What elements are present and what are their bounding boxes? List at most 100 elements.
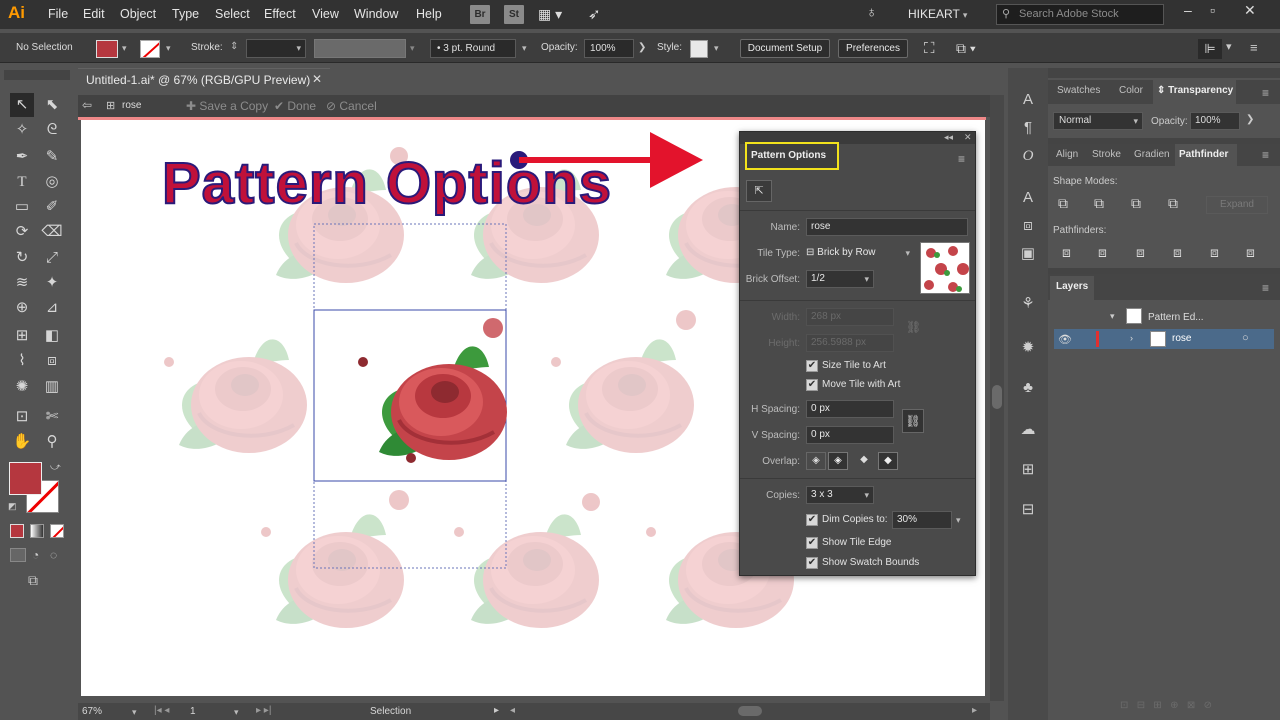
none-mode-icon[interactable]	[50, 524, 64, 538]
exclude-icon[interactable]: ⧉	[1168, 195, 1178, 212]
back-arrow-icon[interactable]: ⇦	[82, 98, 92, 112]
tab-pathfinder[interactable]: Pathfinder	[1175, 144, 1237, 166]
transform-icon[interactable]: ⊞	[1016, 458, 1040, 482]
column-graph-tool-icon[interactable]: ▥	[40, 375, 64, 399]
panel-menu-icon[interactable]: ≡	[1262, 281, 1269, 295]
links-icon[interactable]: ▣	[1016, 242, 1040, 266]
minus-back-icon[interactable]: ⧈	[1246, 244, 1255, 261]
show-swatch-bounds-checkbox[interactable]: ✔	[806, 557, 818, 569]
chevron-down-icon[interactable]: ▾	[1110, 311, 1115, 322]
eye-icon[interactable]: 👁	[1058, 333, 1072, 346]
tab-transparency[interactable]: ⇕ Transparency	[1153, 80, 1236, 104]
tab-gradient[interactable]: Gradien	[1134, 144, 1170, 166]
chevron-down-icon[interactable]: ▾	[714, 43, 719, 54]
panel-opacity-field[interactable]: 100%	[1190, 112, 1240, 130]
merge-icon[interactable]: ⧈	[1136, 244, 1145, 261]
show-tile-edge-checkbox[interactable]: ✔	[806, 537, 818, 549]
panel-menu-icon[interactable]: ≡	[1262, 148, 1269, 162]
opentype-icon[interactable]: O	[1016, 144, 1040, 168]
last-artboard-icon[interactable]: ▸ ▸|	[256, 705, 271, 716]
stroke-swatch[interactable]	[140, 40, 160, 58]
color-mode-icon[interactable]	[10, 524, 24, 538]
right-in-front-icon[interactable]: ◈	[828, 452, 848, 470]
rotate-tool-icon[interactable]: ↻	[10, 246, 34, 270]
chevron-down-icon[interactable]: ▾	[522, 43, 527, 54]
draw-inside-icon[interactable]: ◌	[50, 548, 57, 562]
draw-normal-icon[interactable]	[10, 548, 26, 562]
close-tab-icon[interactable]: ✕	[312, 72, 322, 86]
magic-wand-tool-icon[interactable]: ✧	[10, 118, 34, 142]
scale-tool-icon[interactable]: ⤢	[40, 246, 64, 270]
layer-row-pattern-editor[interactable]: ▾ Pattern Ed...	[1054, 306, 1276, 328]
asset-export-icon[interactable]: ⊟	[1016, 498, 1040, 522]
chevron-right-icon[interactable]: ▸	[494, 705, 499, 716]
chevron-right-icon[interactable]: ›	[1130, 333, 1133, 343]
brick-offset-select[interactable]: 1/2 ▾	[806, 270, 874, 288]
scroll-thumb[interactable]	[992, 385, 1002, 409]
tab-layers[interactable]: Layers	[1050, 276, 1094, 300]
document-setup-button[interactable]: Document Setup	[740, 39, 830, 58]
chevron-right-icon[interactable]: ▸	[972, 705, 977, 716]
search-stock-input[interactable]: Search Adobe Stock	[996, 4, 1164, 25]
lightbulb-icon[interactable]: ♁	[866, 4, 877, 21]
paintbrush-tool-icon[interactable]: ✐	[40, 195, 64, 219]
menu-window[interactable]: Window	[354, 7, 398, 21]
variable-width-profile[interactable]	[314, 39, 406, 58]
character-icon[interactable]: A	[1016, 88, 1040, 112]
perspective-grid-tool-icon[interactable]: ⊿	[40, 296, 64, 320]
link-spacing-icon[interactable]: ⛓	[902, 409, 924, 433]
tile-type-select[interactable]: ⊟ Brick by Row ▾	[806, 244, 912, 262]
vertical-scrollbar[interactable]	[990, 95, 1004, 701]
chevron-down-icon[interactable]: ▾	[410, 43, 415, 54]
slice-tool-icon[interactable]: ✄	[40, 405, 64, 429]
fill-swatch[interactable]	[96, 40, 118, 58]
v-spacing-field[interactable]: 0 px	[806, 426, 894, 444]
bridge-button[interactable]: Br	[470, 5, 490, 24]
h-spacing-field[interactable]: 0 px	[806, 400, 894, 418]
menu-view[interactable]: View	[312, 7, 339, 21]
align-panel-icon[interactable]: ⊫	[1198, 39, 1222, 59]
menu-object[interactable]: Object	[120, 7, 156, 21]
cc-libraries-icon[interactable]: ☁	[1016, 418, 1040, 442]
layer-row-rose[interactable]: 👁 › rose ○	[1054, 329, 1274, 349]
tab-align[interactable]: Align	[1056, 144, 1078, 166]
fill-color-swatch[interactable]	[9, 462, 42, 495]
chevron-left-icon[interactable]: ◂	[510, 705, 515, 716]
chevron-down-icon[interactable]: ▾	[1226, 40, 1232, 53]
chevron-down-icon[interactable]: ▾	[956, 515, 961, 526]
intersect-icon[interactable]: ⧉	[1131, 195, 1141, 212]
shape-builder-tool-icon[interactable]: ⊕	[10, 296, 34, 320]
blend-tool-icon[interactable]: ⧈	[40, 349, 64, 373]
eyedropper-tool-icon[interactable]: ⌇	[10, 349, 34, 373]
type-tool-icon[interactable]: T	[10, 170, 34, 194]
minus-front-icon[interactable]: ⧉	[1094, 195, 1104, 212]
appearance-icon[interactable]: ✹	[1016, 336, 1040, 360]
close-window-icon[interactable]: ✕	[1244, 2, 1256, 19]
menu-effect[interactable]: Effect	[264, 7, 296, 21]
lasso-tool-icon[interactable]: ᘓ	[40, 118, 64, 142]
glyphs-icon[interactable]: A	[1016, 186, 1040, 210]
crop-icon[interactable]: ⧈	[1173, 244, 1182, 261]
chevron-right-icon[interactable]: ❯	[1246, 114, 1254, 125]
preferences-button[interactable]: Preferences	[838, 39, 908, 58]
trim-icon[interactable]: ⧈	[1098, 244, 1107, 261]
top-in-front-icon[interactable]: ◆	[854, 452, 874, 470]
pattern-tile-tool-icon[interactable]: ⇱	[746, 180, 772, 202]
menu-edit[interactable]: Edit	[83, 7, 105, 21]
chevron-down-icon[interactable]: ▾	[234, 707, 239, 718]
link-dimensions-icon[interactable]: ⛓	[906, 320, 921, 334]
panel-menu-icon[interactable]: ≡	[1262, 86, 1269, 100]
chevron-down-icon[interactable]: ▾	[132, 707, 137, 718]
artboards-icon[interactable]: ⧈	[1016, 214, 1040, 238]
shaper-tool-icon[interactable]: ⟳	[10, 220, 34, 244]
hand-tool-icon[interactable]: ✋	[10, 430, 34, 454]
swap-colors-icon[interactable]: ⤻	[50, 462, 61, 473]
tab-color[interactable]: Color	[1119, 80, 1143, 102]
cancel-button[interactable]: ⊘ Cancel	[326, 99, 377, 113]
first-artboard-icon[interactable]: |◂ ◂	[154, 705, 169, 716]
chevron-right-icon[interactable]: ❯	[638, 42, 646, 53]
dim-copies-checkbox[interactable]: ✔	[806, 514, 818, 526]
mesh-tool-icon[interactable]: ⊞	[10, 324, 34, 348]
paragraph-icon[interactable]: ¶	[1016, 116, 1040, 140]
warp-tool-icon[interactable]: ≋	[10, 271, 34, 295]
